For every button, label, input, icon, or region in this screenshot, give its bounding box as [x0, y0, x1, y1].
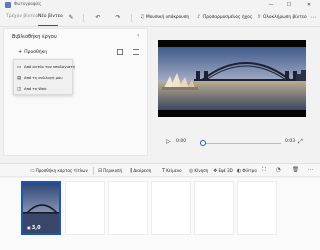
storyboard-toolbar: ▭Προσθήκη κάρτας τίτλων ⊟Περικοπή ⫼Διαίρ…	[0, 163, 320, 177]
library-title: Βιβλιοθήκη έργου	[12, 34, 57, 40]
toolbar-divider	[83, 14, 84, 22]
more-options-icon[interactable]: ⋯	[308, 12, 318, 23]
list-view-icon[interactable]	[133, 49, 139, 55]
trim-icon: ⊟	[98, 168, 103, 174]
text-icon: T	[162, 168, 166, 174]
main-toolbar: Τρέχον βίντεο Νέο βίντεο ✎ ↶ ↷ ♫ Μουσική …	[0, 10, 320, 27]
custom-audio-button[interactable]: ♪ Προσαρμοσμένος ήχος	[197, 14, 252, 20]
split-button[interactable]: ⫼Διαίρεση	[130, 168, 151, 174]
3d-effects-button[interactable]: ❖Εφέ 3D	[213, 168, 233, 174]
menu-item-web[interactable]: ◫ Από το Web	[14, 84, 74, 94]
split-label: Διαίρεση	[133, 168, 152, 173]
plus-icon: +	[18, 49, 23, 55]
storyboard-more-icon[interactable]: ⋯	[308, 167, 314, 173]
add-title-card-label: Προσθήκη κάρτας τίτλων	[35, 168, 88, 173]
clip-duration: ▣3,0	[27, 225, 41, 231]
tab-new-video[interactable]: Νέο βίντεο	[38, 14, 63, 19]
background-music-button[interactable]: ♫ Μουσική υπόκρουση	[140, 14, 189, 20]
trim-label: Περικοπή	[103, 168, 123, 173]
menu-item-my-collection[interactable]: ▤ Από τη συλλογή μου	[14, 73, 74, 83]
edit-icon[interactable]: ✎	[66, 12, 76, 23]
storyboard-empty-slot[interactable]	[151, 181, 191, 235]
trim-button[interactable]: ⊟Περικοπή	[98, 168, 122, 174]
storyboard-divider	[93, 167, 94, 175]
motion-button[interactable]: ◎Κίνηση	[189, 168, 208, 174]
collection-icon: ▤	[17, 76, 22, 81]
storyboard-area: ▣3,0	[0, 178, 320, 250]
resize-icon[interactable]: ⛶	[262, 167, 266, 174]
text-button[interactable]: TΚείμενο	[162, 168, 182, 174]
menu-item-this-pc[interactable]: ▭ Από αυτόν τον υπολογιστή	[14, 62, 75, 72]
finish-video-button[interactable]: ⇪ Ολοκλήρωση βίντεο	[257, 14, 307, 20]
menu-item-label: Από τη συλλογή μου	[24, 75, 63, 80]
storyboard-clip-selected[interactable]: ▣3,0	[21, 181, 61, 235]
motion-label: Κίνηση	[194, 168, 209, 173]
current-time: 0:00	[176, 139, 187, 144]
storyboard-empty-slot[interactable]	[194, 181, 234, 235]
title-card-icon: ▭	[30, 168, 35, 174]
grid-view-icon[interactable]	[117, 49, 123, 55]
filters-icon: ◐	[237, 168, 242, 174]
custom-audio-label: Προσαρμοσμένος ήχος	[203, 15, 253, 20]
motion-icon: ◎	[189, 168, 194, 174]
play-icon[interactable]: ▷	[166, 138, 171, 145]
add-source-menu: ▭ Από αυτόν τον υπολογιστή ▤ Από τη συλλογ…	[13, 59, 75, 95]
duration: 0:03	[285, 139, 296, 144]
active-tab-indicator	[38, 25, 58, 26]
menu-item-label: Από το Web	[24, 86, 47, 91]
filters-button[interactable]: ◐Φίλτρα	[237, 168, 257, 174]
preview-image	[158, 40, 306, 117]
filters-label: Φίλτρα	[242, 168, 257, 173]
app-title: Φωτογραφίες	[14, 1, 42, 6]
clip-duration-value: 3,0	[31, 225, 41, 231]
tab-current-video[interactable]: Τρέχον βίντεο	[6, 14, 38, 19]
redo-icon[interactable]: ↷	[113, 12, 123, 23]
add-label: Προσθήκη	[24, 50, 48, 55]
text-label: Κείμενο	[166, 168, 182, 173]
minimize-button[interactable]: —	[264, 0, 278, 10]
toolbar-divider	[131, 14, 132, 22]
undo-icon[interactable]: ↶	[93, 12, 103, 23]
title-bar: Φωτογραφίες — ☐ ✕	[0, 0, 320, 10]
storyboard-empty-slot[interactable]	[65, 181, 105, 235]
speed-icon[interactable]: ◔	[276, 167, 281, 173]
seek-bar[interactable]	[201, 143, 281, 144]
seek-thumb[interactable]	[200, 140, 206, 146]
computer-icon: ▭	[17, 65, 22, 70]
collapse-panel-icon[interactable]: ‹	[137, 32, 139, 39]
background-music-label: Μουσική υπόκρουση	[146, 15, 190, 20]
photos-app-icon	[5, 2, 11, 8]
3d-effects-label: Εφέ 3D	[218, 168, 233, 173]
finish-video-label: Ολοκλήρωση βίντεο	[263, 15, 307, 20]
add-button[interactable]: + Προσθήκη	[18, 49, 47, 55]
delete-icon[interactable]: 🗑	[292, 167, 299, 173]
3d-effects-icon: ❖	[213, 168, 218, 174]
close-button[interactable]: ✕	[302, 0, 316, 10]
storyboard-empty-slot[interactable]	[237, 181, 277, 235]
video-preview[interactable]	[158, 40, 306, 117]
image-icon: ▣	[27, 225, 31, 230]
menu-item-label: Από αυτόν τον υπολογιστή	[24, 64, 75, 69]
maximize-button[interactable]: ☐	[282, 0, 296, 10]
add-title-card-button[interactable]: ▭Προσθήκη κάρτας τίτλων	[30, 168, 88, 174]
web-icon: ◫	[17, 87, 22, 92]
player-controls: ▷ 0:00 0:03 ⤢	[158, 137, 308, 149]
split-icon: ⫼	[130, 168, 133, 174]
expand-icon[interactable]: ⤢	[298, 138, 303, 146]
storyboard-empty-slot[interactable]	[108, 181, 148, 235]
